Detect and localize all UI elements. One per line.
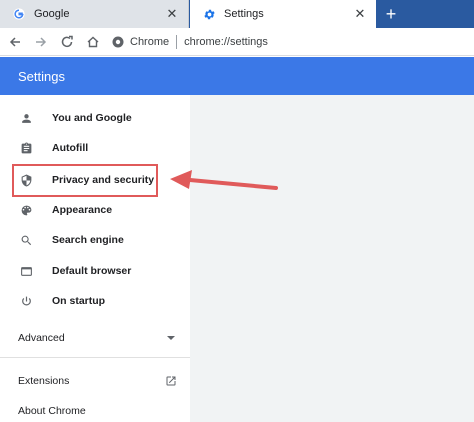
close-tab-icon[interactable]: ✕ (164, 6, 180, 22)
google-icon (12, 7, 26, 21)
browser-toolbar: Chrome chrome://settings (0, 28, 474, 56)
browser-window-icon (19, 264, 33, 278)
back-arrow-icon[interactable] (4, 31, 26, 53)
sidebar-item-label: Default browser (52, 265, 132, 277)
about-chrome-label: About Chrome (18, 405, 86, 417)
sidebar-item-label: You and Google (52, 112, 132, 124)
new-tab-button[interactable]: + (381, 4, 401, 24)
power-icon (19, 294, 33, 308)
sidebar-item-you-and-google[interactable]: You and Google (0, 103, 190, 133)
clipboard-icon (19, 141, 33, 155)
chrome-site-icon (112, 36, 124, 48)
sidebar-item-label: Autofill (52, 142, 89, 154)
open-in-new-icon (164, 374, 178, 388)
sidebar-advanced-toggle[interactable]: Advanced (0, 324, 190, 352)
sidebar-item-default-browser[interactable]: Default browser (0, 256, 190, 286)
sidebar-item-extensions[interactable]: Extensions (0, 368, 190, 394)
forward-arrow-icon[interactable] (30, 31, 52, 53)
sidebar-item-label: Appearance (52, 204, 113, 216)
annotation-arrow-icon (170, 170, 278, 190)
sidebar-item-on-startup[interactable]: On startup (0, 286, 190, 316)
extensions-label: Extensions (18, 375, 70, 387)
sidebar-item-label: Search engine (52, 234, 124, 246)
highlight-box (12, 164, 158, 197)
omnibox-separator (176, 35, 178, 49)
tab-settings[interactable]: Settings ✕ (190, 0, 376, 28)
reload-icon[interactable] (56, 31, 78, 53)
advanced-label: Advanced (18, 332, 65, 344)
settings-header: Settings (0, 57, 474, 95)
tab-title: Google (34, 8, 70, 20)
chevron-down-icon (166, 333, 176, 343)
home-icon[interactable] (82, 31, 104, 53)
address-bar[interactable]: Chrome chrome://settings (106, 31, 474, 53)
main-content-area (190, 95, 474, 422)
palette-icon (19, 203, 33, 217)
page-title: Settings (18, 69, 65, 84)
search-icon (19, 233, 33, 247)
url-text[interactable]: chrome://settings (184, 36, 268, 48)
tab-strip: Google ✕ Settings ✕ + (0, 0, 474, 28)
person-icon (19, 111, 33, 125)
close-tab-icon[interactable]: ✕ (352, 6, 368, 22)
sidebar-item-about-chrome[interactable]: About Chrome (0, 398, 190, 422)
site-chip: Chrome (130, 36, 170, 48)
sidebar-item-search-engine[interactable]: Search engine (0, 225, 190, 255)
tab-title: Settings (224, 8, 264, 20)
sidebar-item-label: On startup (52, 295, 106, 307)
sidebar-item-appearance[interactable]: Appearance (0, 195, 190, 225)
sidebar-divider (0, 357, 190, 358)
sidebar-item-autofill[interactable]: Autofill (0, 133, 190, 163)
tab-google[interactable]: Google ✕ (0, 0, 189, 28)
gear-icon (202, 7, 216, 21)
